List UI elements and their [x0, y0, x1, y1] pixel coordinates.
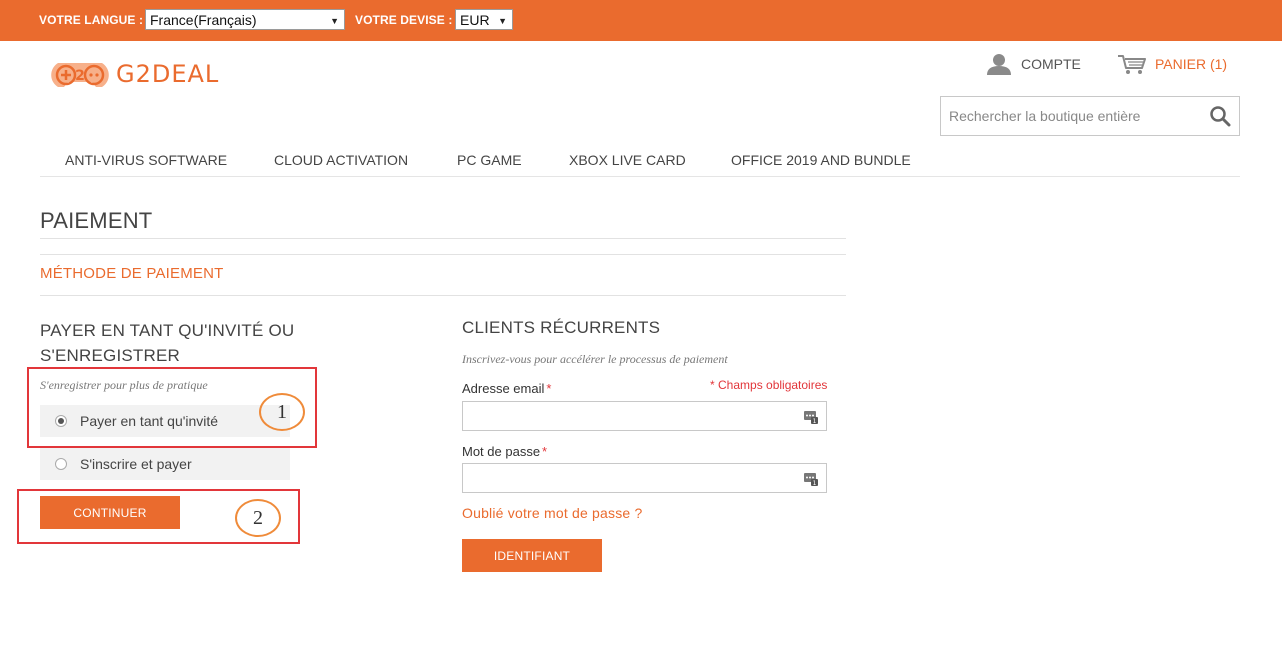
annotation-marker-2: 2 — [235, 499, 281, 537]
email-label-text: Adresse email — [462, 381, 545, 396]
returning-section-subtitle: Inscrivez-vous pour accélérer le process… — [462, 352, 728, 366]
password-manager-icon[interactable]: 1 — [803, 409, 819, 425]
top-bar: VOTRE LANGUE : France(Français) ▼ VOTRE … — [0, 0, 1282, 41]
password-label: Mot de passe * — [462, 444, 547, 459]
required-star: * — [542, 444, 548, 459]
password-field[interactable]: 1 — [462, 463, 827, 493]
required-fields-note: * Champs obligatoires — [710, 378, 828, 392]
nav-item-cloud-activation[interactable]: CLOUD ACTIVATION — [274, 152, 408, 168]
user-icon — [987, 54, 1011, 75]
cart-link[interactable]: PANIER (1) — [1117, 52, 1227, 76]
password-label-text: Mot de passe — [462, 444, 541, 459]
cart-icon — [1118, 55, 1146, 74]
dropdown-arrow-icon: ▼ — [498, 16, 507, 26]
main-nav: ANTI-VIRUS SOFTWARE CLOUD ACTIVATION PC … — [40, 142, 1240, 177]
returning-section-title: CLIENTS RÉCURRENTS — [462, 318, 661, 337]
language-select[interactable]: France(Français) ▼ — [145, 9, 345, 30]
svg-text:1: 1 — [813, 480, 817, 487]
option-register-label: S'inscrire et payer — [80, 456, 192, 472]
cart-label: PANIER (1) — [1155, 56, 1228, 72]
email-label: Adresse email * — [462, 381, 551, 396]
forgot-password-link[interactable]: Oublié votre mot de passe ? — [462, 505, 643, 521]
annotation-marker-1: 1 — [259, 393, 305, 431]
login-button[interactable]: IDENTIFIANT — [462, 539, 602, 572]
logo-text: G2DEAL — [116, 60, 220, 88]
search-icon[interactable] — [1209, 105, 1231, 127]
account-link[interactable]: COMPTE — [987, 52, 1081, 76]
nav-item-pc-game[interactable]: PC GAME — [457, 152, 522, 168]
divider — [40, 254, 846, 255]
required-star: * — [546, 381, 552, 396]
divider — [40, 238, 846, 239]
currency-select[interactable]: EUR ▼ — [455, 9, 513, 30]
divider — [40, 295, 846, 296]
site-logo[interactable]: 2 G2DEAL — [48, 57, 219, 91]
radio-register-checkout[interactable] — [55, 458, 67, 470]
language-label: VOTRE LANGUE : — [39, 13, 144, 27]
email-field[interactable]: 1 — [462, 401, 827, 431]
nav-item-xbox-live-card[interactable]: XBOX LIVE CARD — [569, 152, 686, 168]
password-manager-icon[interactable]: 1 — [803, 471, 819, 487]
account-label: COMPTE — [1021, 56, 1081, 72]
page-title: PAIEMENT — [40, 208, 153, 233]
search-placeholder: Rechercher la boutique entière — [949, 108, 1141, 124]
search-input[interactable]: Rechercher la boutique entière — [940, 96, 1240, 136]
language-select-value: France(Français) — [150, 12, 257, 28]
currency-select-value: EUR — [460, 12, 490, 28]
gamepad-logo-icon: 2 — [51, 63, 109, 87]
step-title[interactable]: MÉTHODE DE PAIEMENT — [40, 265, 224, 282]
guest-section-title: PAYER EN TANT QU'INVITÉ OU S'ENREGISTRER — [40, 321, 295, 365]
svg-text:2: 2 — [75, 68, 85, 84]
currency-label: VOTRE DEVISE : — [355, 13, 453, 27]
svg-text:1: 1 — [813, 418, 817, 425]
dropdown-arrow-icon: ▼ — [330, 16, 339, 26]
nav-item-anti-virus[interactable]: ANTI-VIRUS SOFTWARE — [65, 152, 227, 168]
option-register-checkout[interactable]: S'inscrire et payer — [40, 448, 290, 480]
nav-item-office-2019[interactable]: OFFICE 2019 AND BUNDLE — [731, 152, 911, 168]
